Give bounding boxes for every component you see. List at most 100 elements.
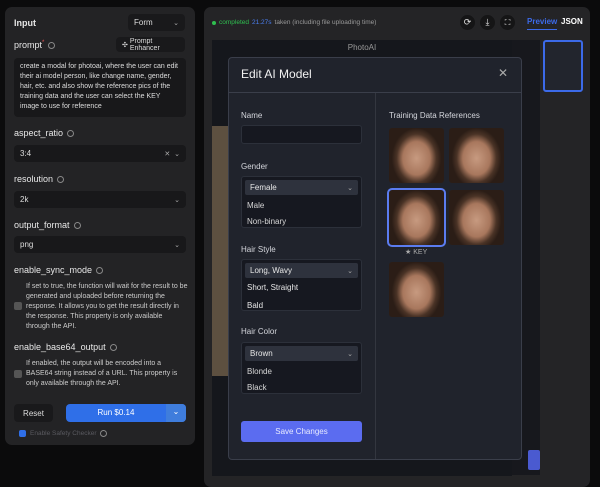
- required-mark: *: [42, 40, 45, 46]
- background-label: [528, 186, 540, 206]
- download-icon[interactable]: ⤓: [480, 15, 495, 30]
- info-icon[interactable]: [57, 176, 65, 184]
- input-title: Input: [14, 18, 36, 28]
- reference-image[interactable]: [449, 190, 504, 245]
- sync-mode-label: enable_sync_mode: [14, 265, 104, 275]
- hair-style-option-bald[interactable]: Bald: [247, 301, 356, 310]
- base64-label: enable_base64_output: [14, 342, 117, 352]
- hair-style-options: Short, Straight Bald: [241, 281, 362, 312]
- aspect-ratio-select[interactable]: 3:4 ✕ ⌄: [14, 145, 186, 162]
- prompt-text: create a modal for photoai, where the us…: [20, 63, 178, 110]
- resolution-select[interactable]: 2k ⌄: [14, 191, 186, 208]
- chevron-down-icon: ⌄: [347, 184, 353, 192]
- gender-selected[interactable]: Female ⌄: [245, 180, 358, 195]
- hair-color-option-black[interactable]: Black: [241, 380, 362, 396]
- output-format-value: png: [20, 240, 34, 249]
- hair-color-selected-value: Brown: [250, 349, 273, 358]
- info-icon[interactable]: [100, 430, 108, 437]
- preview-thumbnail[interactable]: [543, 40, 583, 92]
- resolution-label-text: resolution: [14, 174, 54, 184]
- safety-checkbox[interactable]: [19, 430, 26, 437]
- run-options-chevron-icon[interactable]: ⌄: [166, 404, 186, 422]
- resolution-label: resolution: [14, 174, 65, 184]
- info-icon[interactable]: [109, 344, 117, 352]
- status-line: completed 21.27s taken (including file upl…: [212, 19, 376, 26]
- hair-style-option-short[interactable]: Short, Straight: [247, 283, 356, 301]
- aspect-ratio-value: 3:4: [20, 149, 32, 158]
- safety-label: Enable Safety Checker: [30, 430, 108, 438]
- time-suffix: taken (including file uploading time): [274, 19, 377, 26]
- resolution-value: 2k: [20, 195, 29, 204]
- mode-value: Form: [134, 18, 153, 27]
- sync-mode-label-text: enable_sync_mode: [14, 265, 93, 275]
- refresh-icon[interactable]: ⟳: [460, 15, 475, 30]
- run-button[interactable]: Run $0.14 ⌄: [66, 404, 186, 422]
- chevron-down-icon: ⌄: [174, 196, 180, 204]
- gender-options: Male Non-binary: [241, 198, 362, 230]
- gender-label: Gender: [241, 162, 268, 171]
- key-label: KEY: [413, 249, 428, 256]
- save-changes-button[interactable]: Save Changes: [241, 421, 362, 442]
- references-label: Training Data References: [389, 111, 480, 120]
- hair-color-options: Blonde Black: [241, 364, 362, 396]
- sync-mode-checkbox[interactable]: [14, 302, 22, 310]
- preview-title: PhotoAI: [347, 43, 377, 52]
- safety-label-text: Enable Safety Checker: [30, 430, 97, 438]
- info-icon[interactable]: [73, 222, 81, 230]
- output-format-select[interactable]: png ⌄: [14, 236, 186, 253]
- modal-title: Edit AI Model: [241, 67, 312, 81]
- chevron-down-icon: ⌄: [174, 241, 180, 249]
- reference-image-key[interactable]: [387, 188, 446, 247]
- sync-mode-description: If set to true, the function will wait f…: [26, 283, 188, 330]
- chevron-down-icon: ⌄: [347, 350, 353, 358]
- status-dot-icon: [212, 20, 216, 25]
- output-format-label-text: output_format: [14, 220, 70, 230]
- base64-description: If enabled, the output will be encoded i…: [26, 360, 178, 387]
- fullscreen-icon[interactable]: ⛶: [500, 15, 515, 30]
- column-divider: [375, 93, 376, 459]
- aspect-ratio-label: aspect_ratio: [14, 128, 75, 138]
- prompt-label-text: prompt: [14, 40, 43, 50]
- info-icon[interactable]: [96, 267, 104, 275]
- aspect-ratio-label-text: aspect_ratio: [14, 128, 64, 138]
- info-icon[interactable]: [67, 130, 75, 138]
- prompt-enhancer-button[interactable]: ✣ Prompt Enhancer: [116, 37, 185, 52]
- hair-style-selected[interactable]: Long, Wavy ⌄: [245, 263, 358, 278]
- clear-and-chevron-icon[interactable]: ✕ ⌄: [164, 150, 180, 158]
- reset-label: Reset: [23, 408, 44, 418]
- name-label: Name: [241, 111, 263, 120]
- prompt-textarea[interactable]: create a modal for photoai, where the us…: [14, 58, 186, 117]
- close-icon[interactable]: ✕: [498, 66, 508, 80]
- base64-label-text: enable_base64_output: [14, 342, 106, 352]
- hair-style-selected-value: Long, Wavy: [250, 266, 292, 275]
- info-icon[interactable]: [48, 42, 56, 50]
- tab-preview[interactable]: Preview: [527, 17, 558, 30]
- sparkle-icon: ✣: [122, 41, 130, 49]
- reference-image[interactable]: [389, 128, 444, 183]
- reference-image[interactable]: [389, 262, 444, 317]
- run-label: Run $0.14: [97, 408, 135, 417]
- hair-color-label: Hair Color: [241, 327, 278, 336]
- hair-color-option-blonde[interactable]: Blonde: [241, 364, 362, 380]
- chevron-down-icon: ⌄: [347, 267, 353, 275]
- output-format-label: output_format: [14, 220, 81, 230]
- time-taken: 21.27s: [252, 19, 272, 26]
- tab-json[interactable]: JSON: [561, 17, 583, 26]
- gender-option-male[interactable]: Male: [241, 198, 362, 214]
- key-badge: ★ KEY: [405, 248, 427, 256]
- hair-style-label: Hair Style: [241, 245, 276, 254]
- prompt-label: prompt*: [14, 40, 56, 50]
- reference-image[interactable]: [449, 128, 504, 183]
- prompt-enhancer-label: Prompt Enhancer: [129, 37, 160, 52]
- status-text: completed: [219, 19, 249, 26]
- reset-button[interactable]: Reset: [14, 404, 53, 422]
- gender-selected-value: Female: [250, 183, 277, 192]
- background-button: [528, 450, 540, 470]
- gender-option-nonbinary[interactable]: Non-binary: [241, 214, 362, 230]
- hair-color-selected[interactable]: Brown ⌄: [245, 346, 358, 361]
- mode-select[interactable]: Form ⌄: [128, 14, 185, 31]
- name-input[interactable]: [241, 125, 362, 144]
- base64-checkbox[interactable]: [14, 370, 22, 378]
- star-icon: ★: [405, 249, 414, 256]
- chevron-down-icon: ⌄: [173, 19, 179, 27]
